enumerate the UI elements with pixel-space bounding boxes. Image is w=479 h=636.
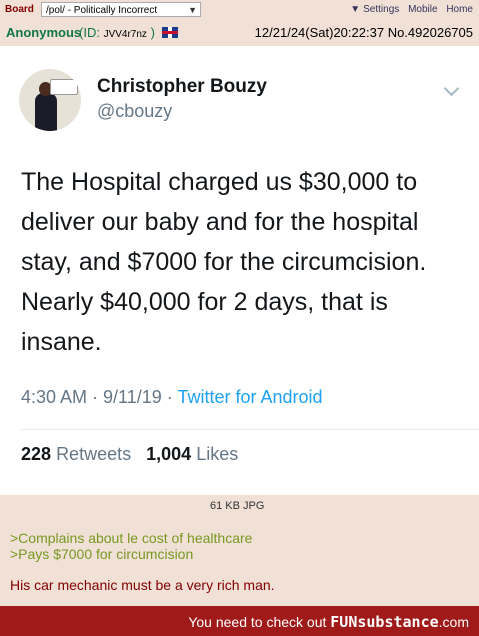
footer-prefix: You need to check out [188,614,331,630]
post-datetime: 12/21/24(Sat)20:22:37 [254,25,385,40]
divider [21,429,479,430]
tweet-handle: @cbouzy [97,101,173,121]
footer-suffix: .com [438,614,469,630]
chevron-down-icon [443,80,460,97]
post-comment: His car mechanic must be a very rich man… [10,577,275,593]
tweet-text: The Hospital charged us $30,000 to deliv… [21,168,427,356]
avatar [19,69,81,131]
settings-triangle-icon: ▼ [350,4,361,15]
board-nav-bar: Board /pol/ - Politically Incorrect ▼ ▼ S… [0,0,479,23]
tweet-client: Twitter for Android [177,387,323,407]
file-info[interactable]: 61 KB JPG [210,500,264,512]
top-links: ▼ Settings Mobile Home [344,4,473,15]
tweet-screenshot[interactable]: Christopher Bouzy @cbouzy The Hospital c… [0,46,479,495]
likes-label: Likes [196,444,239,464]
board-select-value: /pol/ - Politically Incorrect [46,5,158,16]
poster-id[interactable]: (ID: JVV4r7nz ) [79,25,178,40]
mobile-link[interactable]: Mobile [408,4,437,15]
poster-id-close: ) [150,25,155,40]
uk-flag-icon [161,27,178,38]
tweet-display-name: Christopher Bouzy [97,76,267,97]
post-number[interactable]: No.492026705 [388,25,473,40]
watermark-footer: You need to check out FUNsubstance.com [0,606,479,636]
greentext: >Complains about le cost of healthcare >… [10,530,252,562]
greentext-line: >Complains about le cost of healthcare [10,530,253,546]
board-label: Board [5,4,34,15]
poster-id-value[interactable]: JVV4r7nz [104,29,147,40]
tweet-time: 4:30 AM · 9/11/19 · [21,387,173,407]
board-select[interactable]: /pol/ - Politically Incorrect ▼ [41,2,201,17]
settings-link[interactable]: Settings [363,4,399,15]
poster-name: Anonymous [6,25,82,40]
post-header: Anonymous (ID: JVV4r7nz ) 12/21/24(Sat)2… [0,22,479,44]
footer-brand: FUNsubstance [330,613,439,631]
home-link[interactable]: Home [446,4,473,15]
tweet-stats: 228 Retweets 1,004 Likes [21,444,238,465]
retweets-label: Retweets [56,444,132,464]
poster-id-label: (ID: [79,25,100,40]
chevron-down-icon: ▼ [188,5,197,15]
greentext-line: >Pays $7000 for circumcision [10,546,194,562]
tweet-meta: 4:30 AM · 9/11/19 · Twitter for Android [21,387,323,408]
retweets-count: 228 [21,444,52,464]
likes-count: 1,004 [146,444,192,464]
post-date: 12/21/24(Sat)20:22:37 No.492026705 [255,25,473,40]
